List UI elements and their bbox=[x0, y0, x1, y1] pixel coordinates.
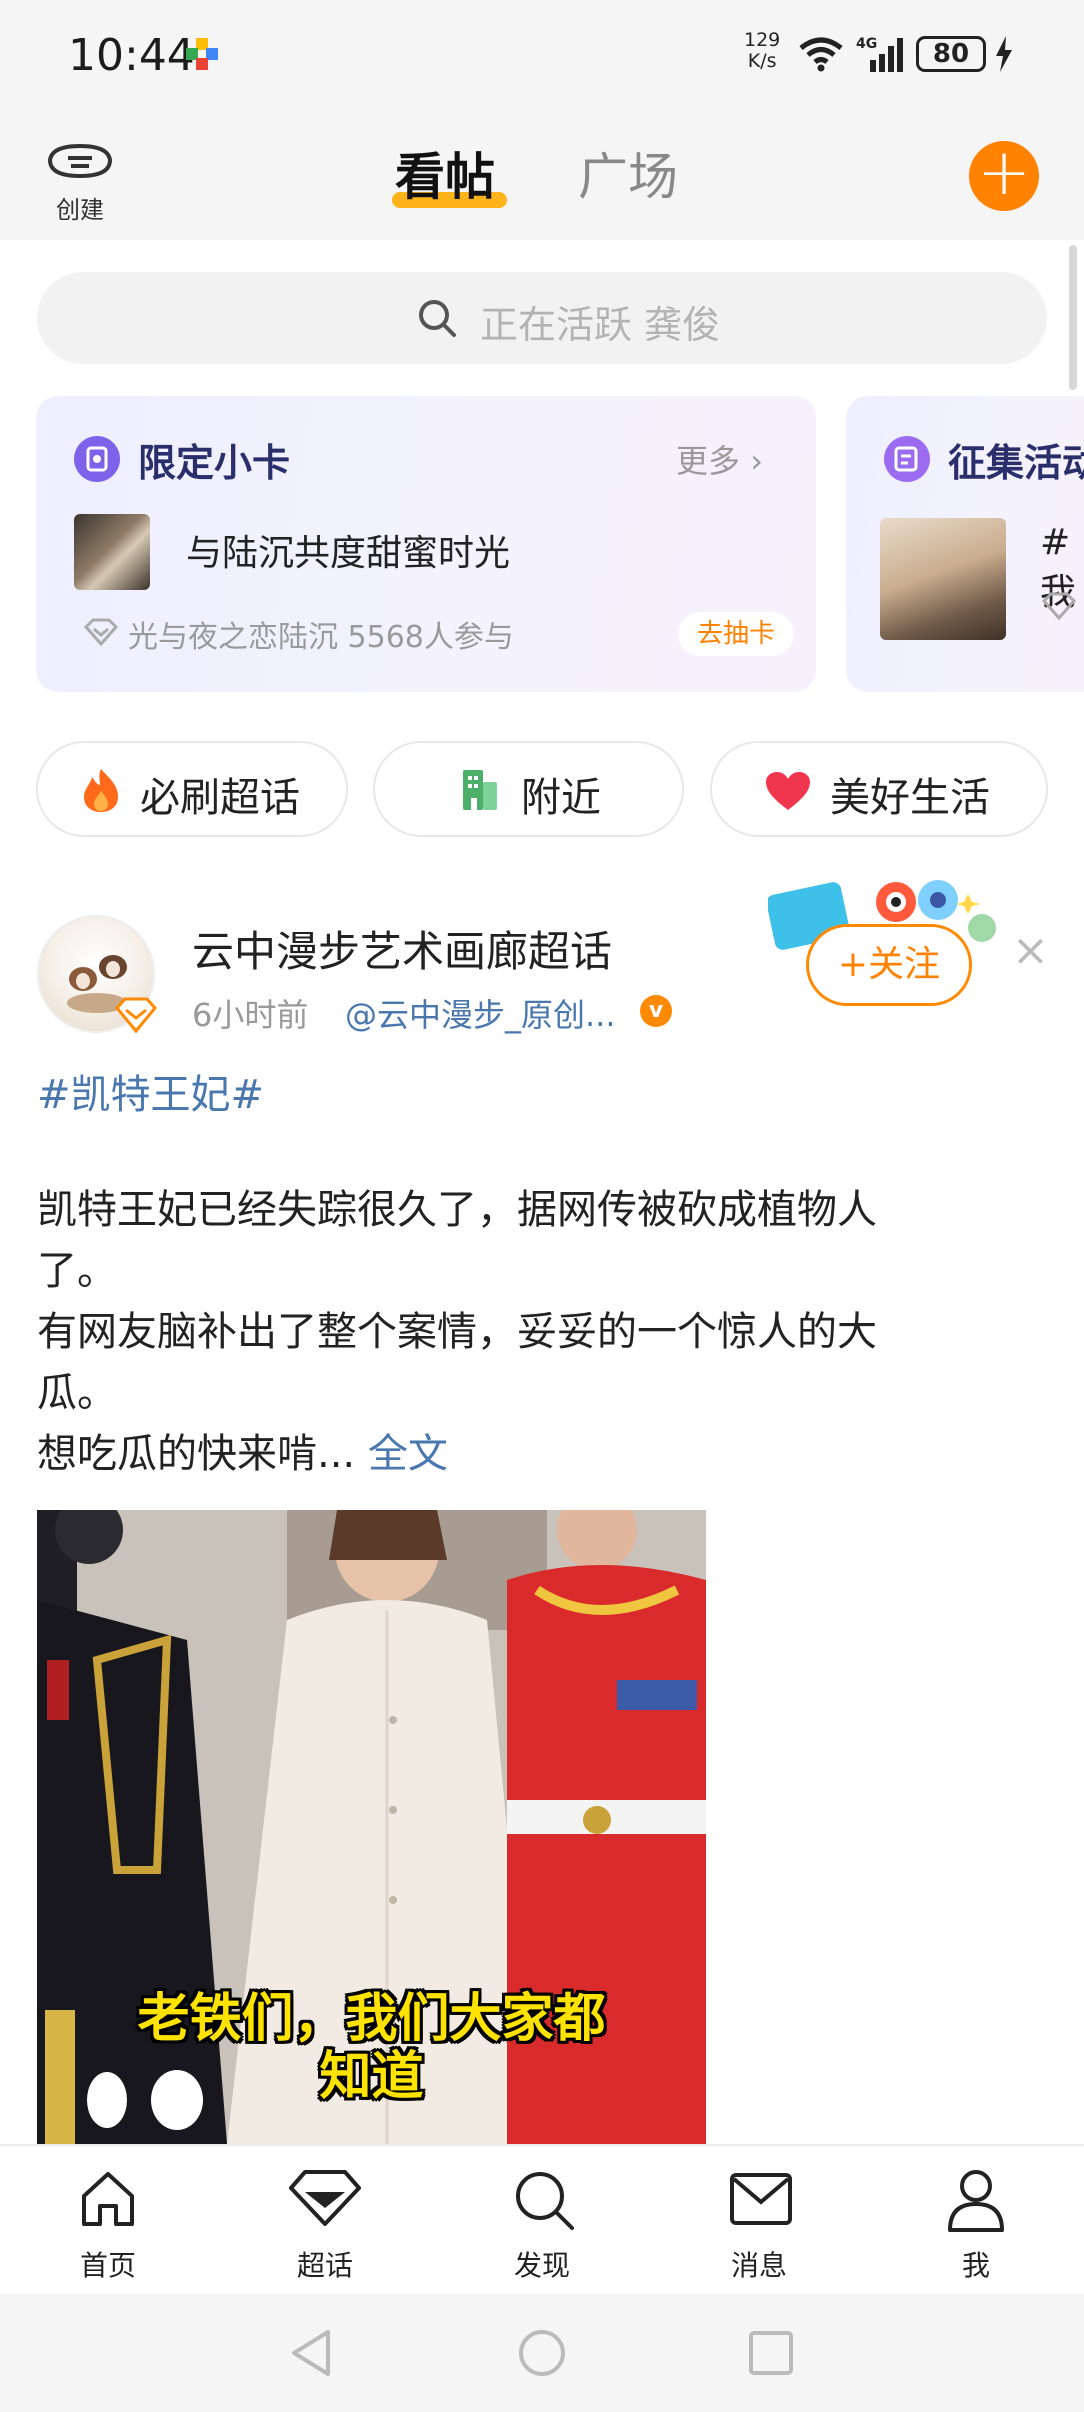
card-title: 限定小卡 bbox=[138, 441, 291, 485]
battery-indicator: 80 bbox=[916, 36, 986, 72]
tab-kantie[interactable]: 看帖 bbox=[395, 137, 495, 209]
fire-icon bbox=[84, 769, 118, 812]
back-icon[interactable] bbox=[288, 2328, 334, 2378]
search-icon bbox=[419, 300, 456, 337]
super-topic-badge-icon bbox=[115, 997, 157, 1034]
chip-label: 附近 bbox=[521, 775, 601, 821]
home-circle-icon[interactable] bbox=[517, 2328, 567, 2378]
nav-label: 我 bbox=[961, 2249, 990, 2282]
post-topic-tag[interactable]: #凯特王妃# bbox=[37, 1062, 264, 1120]
wifi-icon bbox=[799, 37, 843, 72]
search-bar[interactable]: 正在活跃 龚俊 bbox=[37, 272, 1047, 364]
follow-button[interactable]: +关注 bbox=[806, 924, 972, 1006]
mail-icon bbox=[730, 2173, 792, 2225]
card-more-label: 更多 bbox=[676, 442, 741, 480]
net-speed-value: 129 bbox=[744, 29, 781, 51]
system-nav-bar bbox=[0, 2294, 1084, 2412]
search-icon bbox=[516, 2172, 574, 2230]
recents-icon[interactable] bbox=[748, 2330, 794, 2376]
home-icon bbox=[82, 2172, 134, 2226]
card-more-link[interactable]: 更多 › bbox=[676, 436, 763, 482]
card-thumbnail[interactable] bbox=[74, 514, 150, 590]
bottom-nav: 首页 超话 发现 消息 我 bbox=[0, 2144, 1084, 2294]
charging-icon bbox=[996, 36, 1012, 72]
post-body-line: 凯特王妃已经失踪很久了，据网传被砍成植物人 bbox=[37, 1187, 877, 1233]
post-time: 6小时前 bbox=[192, 996, 309, 1034]
status-time: 10:44 bbox=[68, 30, 195, 81]
create-label: 创建 bbox=[56, 196, 104, 224]
search-placeholder: 正在活跃 龚俊 bbox=[480, 303, 721, 347]
nav-discover[interactable]: 发现 bbox=[482, 2146, 602, 2296]
chevron-right-icon: › bbox=[740, 442, 763, 480]
chip-must-read[interactable]: 必刷超话 bbox=[36, 741, 348, 837]
post-body-line: 想吃瓜的快来啃... bbox=[37, 1431, 356, 1477]
limited-card-panel[interactable]: 限定小卡 更多 › 与陆沉共度甜蜜时光 光与夜之恋陆沉 5568人参与 去抽卡 bbox=[36, 396, 816, 692]
verified-badge-icon: v bbox=[640, 995, 672, 1027]
post-body-line: 瓜。 bbox=[37, 1370, 117, 1416]
svg-text:4G: 4G bbox=[856, 36, 877, 52]
diamond-icon bbox=[84, 618, 118, 646]
post-source-user[interactable]: @云中漫步_原创... bbox=[345, 990, 616, 1036]
net-speed-unit: K/s bbox=[747, 50, 777, 72]
card-title: 征集活动 bbox=[948, 441, 1084, 485]
nav-super-topic[interactable]: 超话 bbox=[265, 2146, 385, 2296]
close-icon[interactable]: × bbox=[1012, 925, 1049, 976]
play-store-icon bbox=[186, 38, 218, 70]
image-caption: 老铁们，我们大家都 知道 bbox=[37, 1990, 706, 2106]
net-speed: 129 K/s bbox=[744, 30, 780, 72]
chip-good-life[interactable]: 美好生活 bbox=[710, 741, 1048, 837]
post-body-line: 有网友脑补出了整个案情，妥妥的一个惊人的大 bbox=[37, 1309, 877, 1355]
image-caption-line: 老铁们，我们大家都 bbox=[137, 1989, 606, 2049]
nav-label: 发现 bbox=[513, 2249, 570, 2282]
card-thumbnail[interactable] bbox=[880, 518, 1006, 640]
nav-label: 首页 bbox=[79, 2249, 136, 2282]
diamond-icon bbox=[289, 2170, 361, 2226]
event-card-panel[interactable]: 征集活动 #我 bbox=[846, 396, 1084, 692]
tab-guangchang[interactable]: 广场 bbox=[578, 137, 678, 209]
heart-icon bbox=[766, 772, 810, 810]
read-more-link[interactable]: 全文 bbox=[368, 1431, 448, 1477]
post-body-line-last: 想吃瓜的快来啃... 全文 bbox=[37, 1424, 1037, 1485]
edit-badge-icon bbox=[884, 436, 930, 482]
top-header: 创建 看帖 广场 + bbox=[0, 115, 1084, 240]
create-button[interactable]: 创建 bbox=[40, 140, 120, 224]
draw-card-button[interactable]: 去抽卡 bbox=[678, 612, 794, 656]
building-icon bbox=[463, 770, 497, 810]
image-caption-line: 知道 bbox=[319, 2047, 424, 2107]
scrollbar[interactable] bbox=[1069, 245, 1077, 390]
card-badge-icon bbox=[74, 436, 120, 482]
create-icon bbox=[47, 143, 113, 179]
post-body-line: 了。 bbox=[37, 1248, 117, 1294]
person-icon bbox=[948, 2170, 1004, 2232]
nav-label: 超话 bbox=[296, 2249, 353, 2282]
nav-home[interactable]: 首页 bbox=[48, 2146, 168, 2296]
chip-label: 必刷超话 bbox=[140, 775, 300, 821]
post-body[interactable]: 凯特王妃已经失踪很久了，据网传被砍成植物人 了。 有网友脑补出了整个案情，妥妥的… bbox=[37, 1180, 1037, 1485]
nav-messages[interactable]: 消息 bbox=[699, 2146, 819, 2296]
nav-label: 消息 bbox=[730, 2249, 787, 2282]
card-item-text[interactable]: 与陆沉共度甜蜜时光 bbox=[186, 524, 510, 576]
chip-nearby[interactable]: 附近 bbox=[373, 741, 684, 837]
nav-me[interactable]: 我 bbox=[916, 2146, 1036, 2296]
add-post-button[interactable]: + bbox=[969, 141, 1039, 211]
post-author-name[interactable]: 云中漫步艺术画廊超话 bbox=[192, 918, 612, 979]
signal-icon: 4G bbox=[856, 36, 903, 72]
status-bar: 10:44 129 K/s 4G 80 bbox=[0, 0, 1084, 115]
chip-label: 美好生活 bbox=[830, 775, 990, 821]
card-meta: 光与夜之恋陆沉 5568人参与 bbox=[128, 620, 514, 655]
diamond-icon bbox=[1042, 592, 1076, 620]
